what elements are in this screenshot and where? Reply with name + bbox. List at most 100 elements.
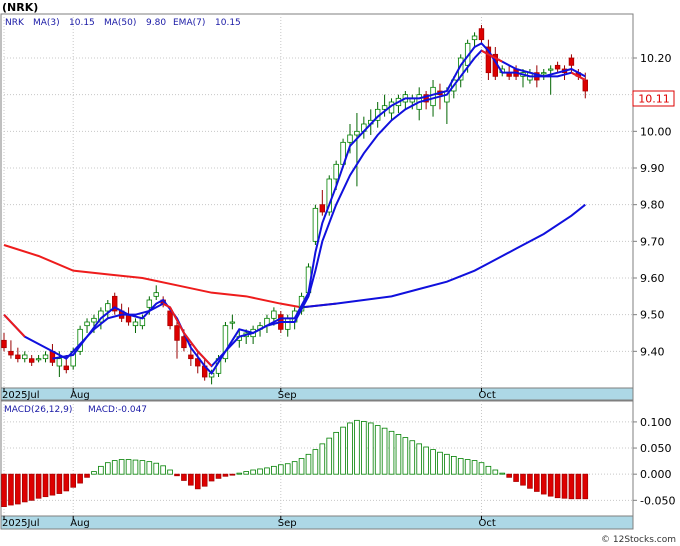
candle-body-up [354,130,360,136]
macd-ytick-label: 0.100 [640,416,672,429]
macd-bar-positive [153,462,160,475]
macd-bar-positive [291,461,298,475]
macd-bar-positive [367,422,374,475]
macd-bar-positive [319,443,326,475]
macd-bar-positive [125,459,132,475]
candle-body-up [139,317,146,327]
legend-ma50-value: 9.80 [146,18,166,28]
macd-bar-negative [540,473,547,495]
macd-bar-negative [77,473,83,484]
candle-body-down [167,310,173,327]
macd-bar-positive [395,434,402,475]
macd-bar-positive [284,463,291,475]
price-ytick-label: 9.40 [640,345,665,358]
macd-bar-negative [229,473,236,476]
macd-bar-positive [340,426,346,475]
macd-bar-negative [174,473,180,477]
candle-body-up [35,358,42,361]
candle-body-up [547,68,554,71]
candle-body-down [63,365,69,371]
candle-body-down [1,339,7,349]
legend-ma3-value: 10.15 [69,18,95,28]
macd-bar-positive [354,419,360,475]
candle-body-up [312,207,319,242]
legend-ticker: NRK [5,18,25,28]
macd-bar-positive [464,459,471,475]
macd-bar-positive [243,471,250,475]
macd-bar-positive [347,422,353,475]
price-date-band [0,387,634,401]
macd-bar-positive [485,465,492,475]
macd-bar-positive [437,451,443,475]
chart-title: (NRK) [2,1,38,14]
macd-bar-positive [250,469,256,475]
candle-body-up [84,321,90,327]
price-ytick-label: 9.50 [640,309,665,322]
macd-bar-positive [105,462,111,475]
macd-bar-positive [388,430,395,475]
macd-bar-positive [118,459,125,475]
candle-body-up [56,358,63,367]
candle-body-up [146,299,153,308]
macd-bar-negative [21,473,28,503]
candle-body-up [333,163,339,180]
macd-bar-negative [35,473,42,499]
macd-bar-positive [264,467,270,475]
macd-bar-positive [450,456,457,475]
candle-body-down [478,28,485,41]
macd-bar-positive [457,458,464,475]
candle-body-up [471,35,478,41]
candle-body-down [554,64,561,70]
macd-bar-positive [277,464,284,475]
macd-value-label: MACD:-0.047 [88,405,147,415]
candle-body-up [430,86,436,107]
price-ytick-label: 10.20 [640,52,672,65]
price-xtick-label: 2025Jul [2,390,40,401]
macd-bar-positive [333,431,339,475]
candle-body-up [271,310,277,319]
macd-bar-positive [478,462,485,475]
macd-bar-positive [167,469,173,475]
macd-bar-positive [312,449,319,475]
macd-bar-positive [111,460,118,475]
macd-bar-positive [409,440,416,475]
candle-body-down [15,354,21,360]
candle-body-up [132,321,139,327]
price-xtick-label: Oct [478,390,495,401]
macd-bar-negative [547,473,554,497]
last-price-badge: 10.11 [632,90,675,107]
candle-body-down [28,358,35,363]
price-ytick-label: 9.70 [640,235,665,248]
macd-date-band [0,515,634,530]
macd-bar-positive [430,449,436,475]
macd-bar-negative [506,473,512,478]
macd-bar-negative [201,473,208,487]
price-ytick-label: 9.90 [640,162,665,175]
macd-bar-negative [15,473,21,505]
macd-bar-negative [575,473,582,500]
macd-bar-positive [98,465,104,475]
macd-bar-negative [8,473,14,506]
candle-body-down [8,350,14,356]
macd-ytick-label: 0.000 [640,468,672,481]
macd-xtick-label: Oct [478,518,495,529]
candle-body-up [229,321,236,324]
candle-body-up [22,354,28,360]
macd-bar-negative [181,473,187,481]
watermark: © 12Stocks.com [601,535,676,545]
macd-bar-negative [208,473,215,482]
candle [112,292,118,315]
macd-bar-positive [91,471,97,475]
macd-bar-negative [568,473,575,500]
macd-bar-negative [194,473,201,490]
macd-bar-positive [160,465,166,475]
macd-bar-positive [132,459,139,475]
macd-bar-negative [520,473,526,486]
macd-bar-negative [28,473,35,501]
candle-body-down [568,57,575,66]
macd-bar-positive [305,453,312,475]
macd-bar-positive [499,472,506,475]
macd-bar-negative [56,473,63,494]
price-ytick-label: 9.80 [640,199,665,212]
macd-ytick-label: -0.050 [640,494,675,507]
